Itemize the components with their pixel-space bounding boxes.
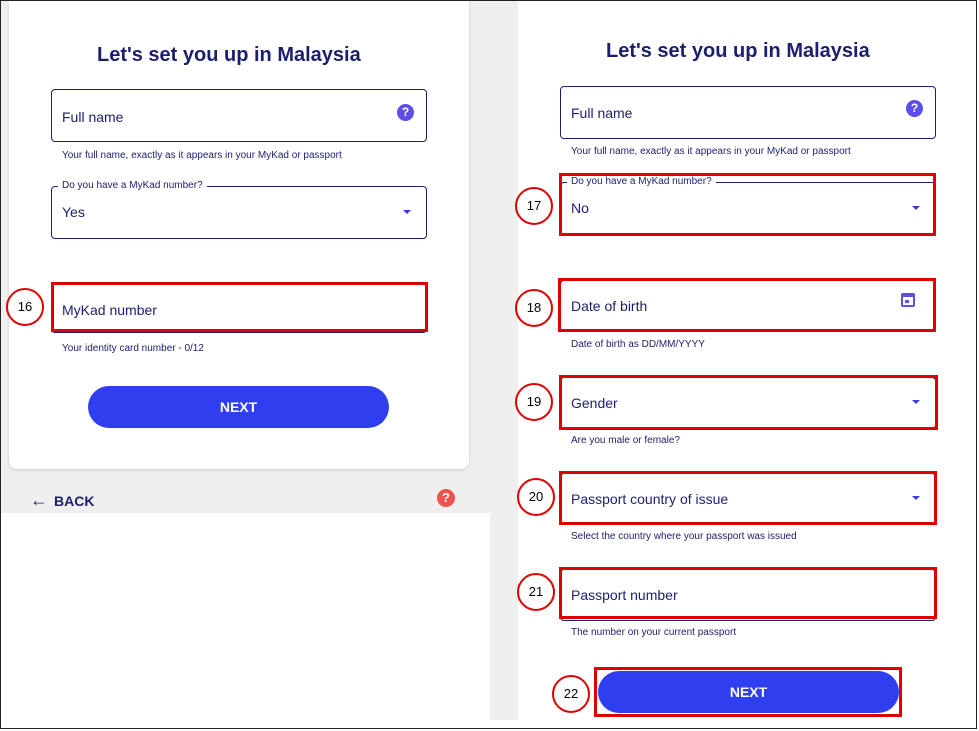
right-next-button[interactable]: NEXT	[598, 671, 899, 713]
left-mykad-number-helper: Your identity card number - 0/12	[62, 343, 204, 354]
right-dob-helper: Date of birth as DD/MM/YYYY	[571, 339, 705, 350]
left-mykad-number-label: MyKad number	[62, 302, 157, 318]
right-passport-country-label: Passport country of issue	[571, 491, 729, 507]
right-mykad-value: No	[571, 200, 589, 216]
caret-down-icon	[403, 210, 411, 214]
right-passport-country-helper: Select the country where your passport w…	[571, 531, 797, 542]
annotation-badge-22: 22	[552, 675, 590, 713]
annotation-badge-20: 20	[517, 478, 555, 516]
right-passport-number-helper: The number on your current passport	[571, 627, 737, 638]
left-mykad-select[interactable]	[51, 186, 427, 239]
calendar-icon[interactable]	[901, 293, 915, 307]
caret-down-icon	[912, 206, 920, 210]
right-full-name-helper: Your full name, exactly as it appears in…	[571, 146, 851, 157]
right-panel-gutter	[490, 1, 518, 720]
annotation-badge-18: 18	[515, 289, 553, 327]
back-button[interactable]: ← BACK	[30, 490, 94, 511]
right-full-name-label: Full name	[571, 105, 633, 121]
left-mykad-question-label: Do you have a MyKad number?	[58, 180, 207, 191]
right-mykad-select[interactable]	[560, 182, 936, 235]
arrow-left-icon: ←	[30, 490, 48, 510]
right-dob-label: Date of birth	[571, 298, 648, 314]
annotation-badge-16: 16	[6, 288, 44, 326]
help-circle-icon[interactable]: ?	[437, 489, 455, 507]
right-page-title: Let's set you up in Malaysia	[606, 40, 870, 62]
left-page-title: Let's set you up in Malaysia	[97, 44, 361, 66]
caret-down-icon	[912, 496, 920, 500]
left-mykad-value: Yes	[62, 204, 85, 220]
left-full-name-label: Full name	[62, 109, 124, 125]
right-mykad-question-label: Do you have a MyKad number?	[567, 176, 716, 187]
caret-down-icon	[912, 400, 920, 404]
back-label: BACK	[54, 493, 95, 509]
left-full-name-helper: Your full name, exactly as it appears in…	[62, 150, 342, 161]
right-gender-helper: Are you male or female?	[571, 435, 680, 446]
left-next-button[interactable]: NEXT	[88, 386, 389, 428]
right-passport-number-label: Passport number	[571, 587, 678, 603]
help-circle-icon[interactable]: ?	[397, 104, 414, 121]
right-gender-label: Gender	[571, 395, 618, 411]
help-circle-icon[interactable]: ?	[906, 100, 923, 117]
annotation-badge-19: 19	[515, 383, 553, 421]
annotation-badge-17: 17	[515, 187, 553, 225]
annotation-badge-21: 21	[517, 573, 555, 611]
